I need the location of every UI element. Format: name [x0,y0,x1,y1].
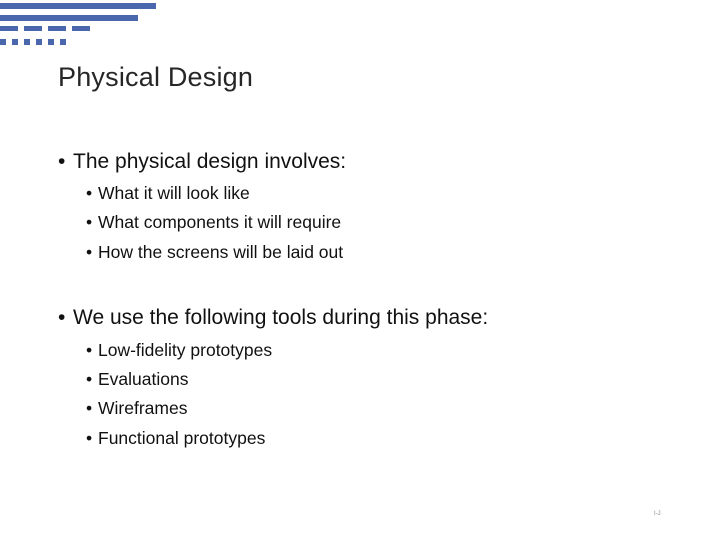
bullet-text: How the screens will be laid out [98,242,344,262]
bullet-text: Wireframes [98,398,188,418]
bullet-icon: • [86,340,93,360]
bullet-icon: • [86,212,93,232]
bullet-level1: • The physical design involves: [58,150,346,174]
bullet-icon: • [86,428,93,448]
deco-square [24,39,30,45]
bullet-text: Functional prototypes [98,428,266,448]
slide-title: Physical Design [58,62,254,92]
deco-dash [48,26,66,31]
bullet-level2: • What components it will require [86,212,341,233]
deco-bar-2 [0,15,138,21]
deco-square [48,39,54,45]
bullet-level2: • Low-fidelity prototypes [86,340,272,361]
deco-square [12,39,18,45]
deco-dash [72,26,90,31]
bullet-text: Low-fidelity prototypes [98,340,273,360]
bullet-text: The physical design involves: [73,150,347,173]
deco-bar-1 [0,3,156,9]
deco-dash [0,26,18,31]
bullet-text: We use the following tools during this p… [73,306,489,329]
page-number: I-J [654,511,661,517]
bullet-icon: • [86,242,93,262]
deco-square [36,39,42,45]
bullet-text: What components it will require [98,212,342,232]
bullet-icon: • [58,150,66,173]
deco-dash [24,26,42,31]
bullet-icon: • [86,183,93,203]
bullet-icon: • [86,369,93,389]
bullet-level2: • Evaluations [86,369,188,390]
bullet-text: Evaluations [98,369,189,389]
bullet-icon: • [58,306,66,329]
bullet-level2: • Wireframes [86,398,187,419]
bullet-level2: • What it will look like [86,183,250,204]
bullet-level2: • Functional prototypes [86,428,265,449]
bullet-text: What it will look like [98,183,250,203]
decorative-header-bars [0,0,170,50]
bullet-level1: • We use the following tools during this … [58,306,488,330]
deco-square [0,39,6,45]
deco-square [60,39,66,45]
bullet-icon: • [86,398,93,418]
bullet-level2: • How the screens will be laid out [86,242,343,263]
